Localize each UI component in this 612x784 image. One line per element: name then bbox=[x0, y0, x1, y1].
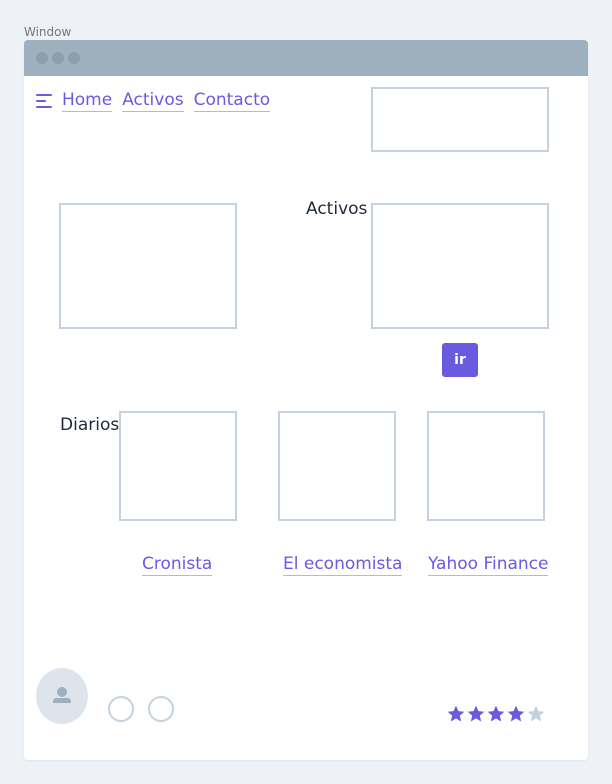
activos-placeholder-box bbox=[371, 203, 549, 329]
radio-option[interactable] bbox=[148, 696, 174, 722]
top-nav: Home Activos Contacto bbox=[36, 90, 280, 112]
window: Home Activos Contacto Activos ir Diarios… bbox=[24, 40, 588, 760]
ir-button[interactable]: ir bbox=[442, 343, 478, 377]
window-control-dot[interactable] bbox=[68, 52, 80, 64]
activos-label: Activos bbox=[306, 199, 368, 219]
window-control-dot[interactable] bbox=[36, 52, 48, 64]
star-icon[interactable] bbox=[506, 704, 526, 724]
diarios-label: Diarios bbox=[60, 415, 120, 435]
nav-link-home[interactable]: Home bbox=[62, 90, 113, 112]
star-icon[interactable] bbox=[486, 704, 506, 724]
window-control-dot[interactable] bbox=[52, 52, 64, 64]
diario-image-box bbox=[119, 411, 237, 521]
window-label: Window bbox=[24, 25, 72, 39]
diario-image-box bbox=[427, 411, 545, 521]
star-icon[interactable] bbox=[446, 704, 466, 724]
header-placeholder-box bbox=[371, 87, 549, 152]
diario-link-yahoo-finance[interactable]: Yahoo Finance bbox=[428, 554, 549, 576]
hamburger-icon[interactable] bbox=[36, 94, 52, 108]
nav-link-activos[interactable]: Activos bbox=[122, 90, 184, 112]
star-icon[interactable] bbox=[466, 704, 486, 724]
avatar[interactable] bbox=[36, 668, 88, 724]
diario-image-box bbox=[278, 411, 396, 521]
title-bar bbox=[24, 40, 588, 76]
nav-link-contacto[interactable]: Contacto bbox=[193, 90, 271, 112]
star-rating[interactable] bbox=[446, 704, 546, 724]
diario-link-el-economista[interactable]: El economista bbox=[283, 554, 403, 576]
diario-link-cronista[interactable]: Cronista bbox=[142, 554, 213, 576]
left-placeholder-box bbox=[59, 203, 237, 329]
user-icon bbox=[53, 687, 71, 703]
star-icon[interactable] bbox=[526, 704, 546, 724]
radio-option[interactable] bbox=[108, 696, 134, 722]
